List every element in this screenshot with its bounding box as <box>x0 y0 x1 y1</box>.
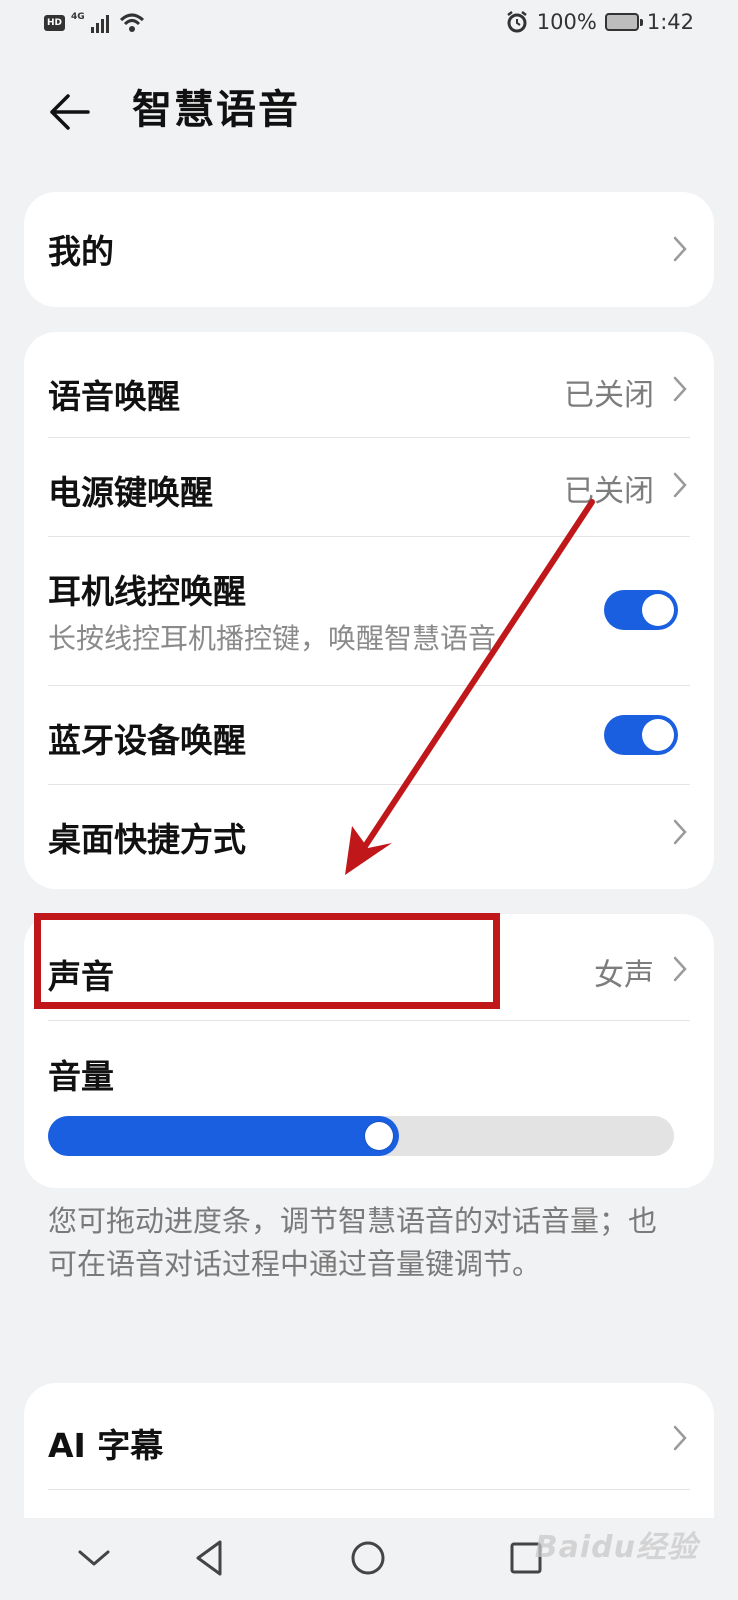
voice-wake-label: 语音唤醒 <box>48 377 180 416</box>
wifi-icon <box>119 13 144 32</box>
chevron-right-icon <box>673 819 687 845</box>
earphone-wake-toggle[interactable] <box>604 590 678 630</box>
chevron-right-icon <box>673 1425 687 1451</box>
baidu-watermark: Baidu经验 <box>534 1530 698 1565</box>
desktop-shortcut-row[interactable]: 桌面快捷方式 <box>48 785 690 889</box>
toggle-knob <box>642 594 674 626</box>
arrow-left-icon[interactable] <box>44 86 96 138</box>
bluetooth-wake-row: 蓝牙设备唤醒 <box>48 686 690 784</box>
chevron-right-icon <box>673 956 687 982</box>
bluetooth-wake-label: 蓝牙设备唤醒 <box>48 721 246 760</box>
signal-icon <box>90 15 109 33</box>
voice-wake-row[interactable]: 语音唤醒 已关闭 <box>48 332 690 437</box>
page-title: 智慧语音 <box>132 87 300 133</box>
chevron-right-icon <box>673 472 687 498</box>
chevron-right-icon <box>673 376 687 402</box>
power-key-wake-label: 电源键唤醒 <box>48 473 213 512</box>
status-right: 100% 1:42 <box>505 10 694 34</box>
ai-subtitles-row[interactable]: AI 字幕 <box>48 1383 690 1489</box>
card-mine: 我的 <box>24 192 714 307</box>
battery-percent: 100% <box>536 10 597 34</box>
earphone-wake-row: 耳机线控唤醒 长按线控耳机播控键，唤醒智慧语音 <box>48 537 690 685</box>
power-key-wake-value: 已关闭 <box>564 474 654 509</box>
earphone-wake-label: 耳机线控唤醒 <box>48 572 246 611</box>
voice-wake-value: 已关闭 <box>564 378 654 413</box>
card-wake: 语音唤醒 已关闭 电源键唤醒 已关闭 耳机线控唤醒 长按线控耳机播控键，唤醒智慧… <box>24 332 714 889</box>
volume-slider-fill <box>48 1116 399 1156</box>
divider <box>48 1489 690 1490</box>
earphone-wake-subtitle: 长按线控耳机播控键，唤醒智慧语音 <box>48 622 497 655</box>
header: 智慧语音 <box>0 70 738 150</box>
voice-value: 女声 <box>594 958 654 993</box>
chevron-right-icon <box>673 236 687 262</box>
bluetooth-wake-toggle[interactable] <box>604 715 678 755</box>
mine-label: 我的 <box>48 232 114 271</box>
status-left: HD 4G <box>44 12 145 34</box>
alarm-icon <box>507 11 527 33</box>
toggle-knob <box>642 719 674 751</box>
volume-hint-text: 您可拖动进度条，调节智慧语音的对话音量；也可在语音对话过程中通过音量键调节。 <box>48 1204 658 1281</box>
annotation-highlight-box <box>34 913 500 1009</box>
mine-row[interactable]: 我的 <box>48 192 690 307</box>
clock-time: 1:42 <box>646 10 694 34</box>
network-type: 4G <box>71 12 85 22</box>
hd-badge: HD <box>44 15 66 31</box>
desktop-shortcut-label: 桌面快捷方式 <box>48 820 246 859</box>
divider <box>48 1020 690 1021</box>
home-circle-icon[interactable] <box>346 1536 390 1580</box>
battery-icon <box>604 13 643 31</box>
volume-label: 音量 <box>48 1057 114 1096</box>
volume-slider[interactable] <box>48 1116 674 1156</box>
power-key-wake-row[interactable]: 电源键唤醒 已关闭 <box>48 438 690 536</box>
volume-slider-thumb[interactable] <box>365 1122 393 1150</box>
back-triangle-icon[interactable] <box>188 1536 232 1580</box>
status-bar: HD 4G 100% 1:42 <box>0 0 738 52</box>
chevron-down-icon[interactable] <box>72 1536 116 1580</box>
ai-subtitles-label: AI 字幕 <box>48 1426 164 1465</box>
